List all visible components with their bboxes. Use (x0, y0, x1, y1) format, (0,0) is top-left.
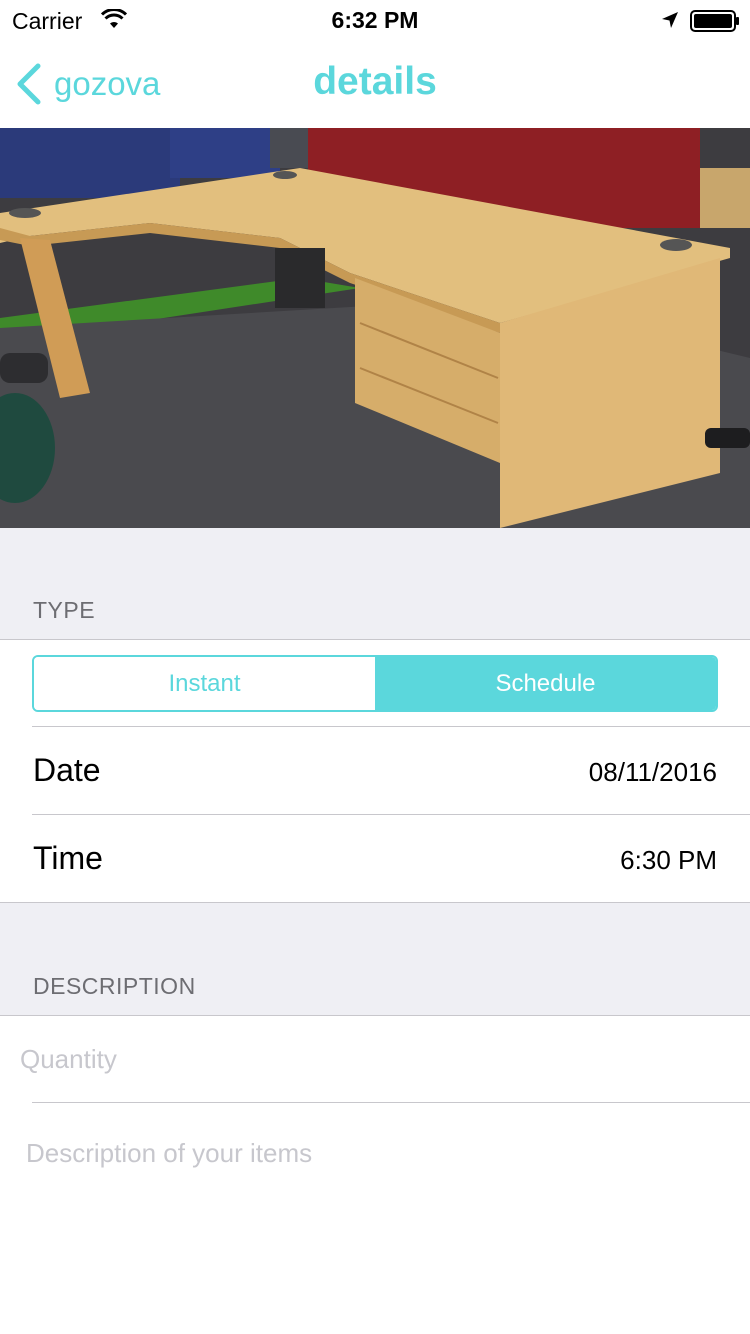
navigation-bar: gozova details (0, 40, 750, 128)
time-label: Time (33, 840, 103, 876)
quantity-input[interactable] (20, 1036, 720, 1082)
time-value[interactable]: 6:30 PM (620, 845, 717, 876)
divider (0, 639, 750, 640)
office-desk-photo (0, 128, 750, 528)
type-section-background (0, 528, 750, 640)
type-section-header: TYPE (33, 597, 96, 623)
page-title: details (313, 60, 437, 103)
type-segmented-control[interactable]: Instant Schedule (32, 655, 718, 712)
location-arrow-icon (662, 12, 678, 28)
item-photo[interactable] (0, 128, 750, 528)
divider (0, 1015, 750, 1016)
date-label: Date (33, 752, 101, 788)
description-section-header: DESCRIPTION (33, 973, 196, 999)
date-value[interactable]: 08/11/2016 (589, 757, 717, 788)
battery-icon (690, 10, 739, 32)
status-bar: Carrier 6:32 PM (0, 0, 750, 40)
divider (32, 814, 750, 815)
description-textarea[interactable] (26, 1130, 726, 1320)
segment-schedule[interactable]: Schedule (375, 657, 716, 710)
divider (32, 1102, 750, 1103)
segment-instant[interactable]: Instant (34, 657, 375, 710)
status-time: 6:32 PM (331, 7, 419, 33)
divider (32, 726, 750, 727)
